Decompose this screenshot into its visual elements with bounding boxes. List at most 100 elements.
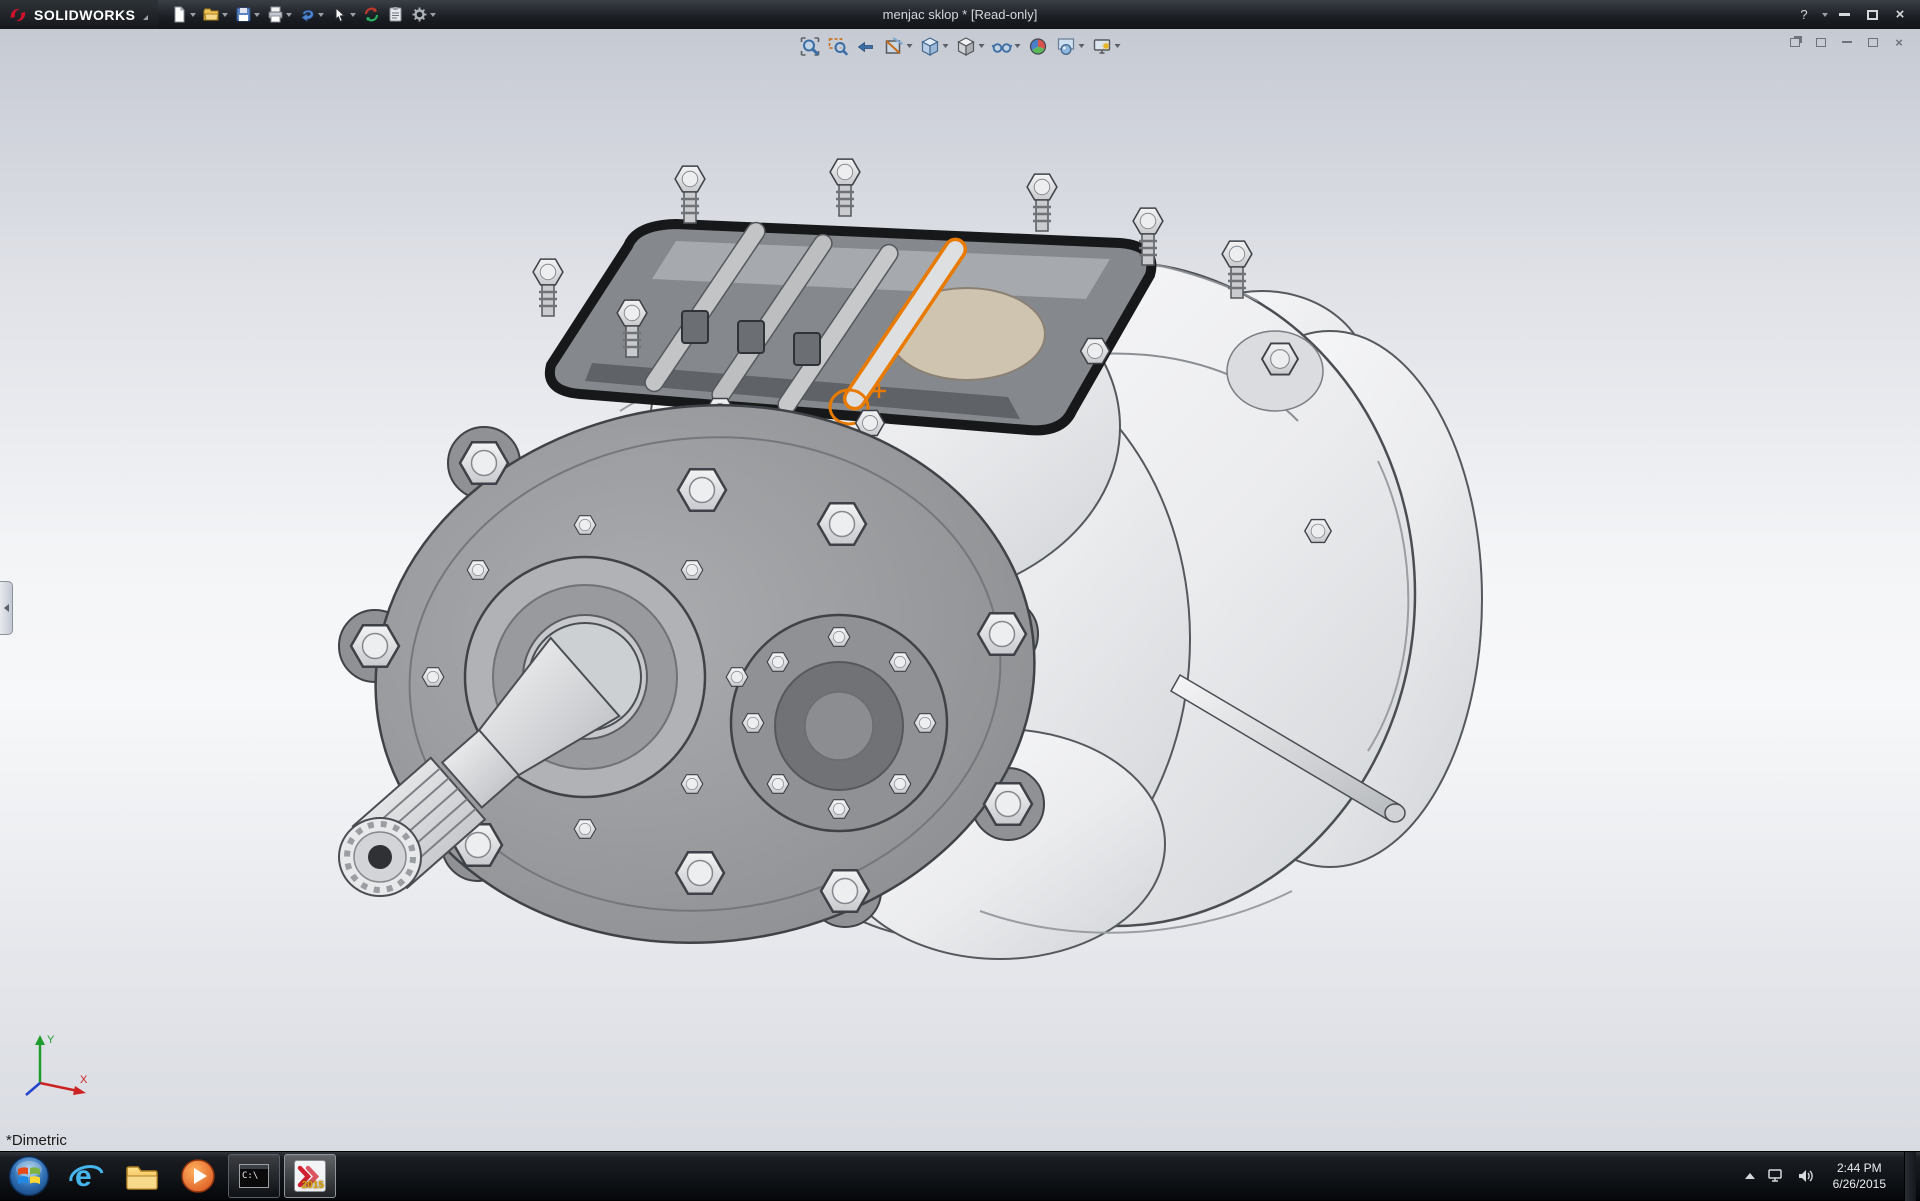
options-dropdown-icon[interactable] bbox=[430, 13, 436, 17]
print-dropdown-icon[interactable] bbox=[286, 13, 292, 17]
tile-windows-button[interactable] bbox=[1812, 34, 1830, 50]
solidworks-year-badge: 2015 bbox=[302, 1180, 324, 1191]
taskbar-solidworks[interactable]: 2015 bbox=[284, 1154, 336, 1198]
taskbar: e C:\ 2015 bbox=[0, 1151, 1920, 1200]
open-button[interactable] bbox=[200, 3, 231, 27]
display-style-dropdown-icon[interactable] bbox=[979, 44, 985, 48]
edit-appearance-sphere-icon bbox=[1028, 36, 1049, 57]
taskbar-internet-explorer[interactable]: e bbox=[60, 1154, 112, 1198]
undo-dropdown-icon[interactable] bbox=[318, 13, 324, 17]
heads-up-view-toolbar bbox=[798, 33, 1123, 59]
solidworks-menu[interactable]: SOLIDWORKS bbox=[0, 0, 158, 29]
open-dropdown-icon[interactable] bbox=[222, 13, 228, 17]
edit-appearance-button[interactable] bbox=[1026, 33, 1051, 59]
hide-show-items-button[interactable] bbox=[990, 33, 1023, 59]
svg-text:e: e bbox=[75, 1160, 92, 1193]
rebuild-button[interactable] bbox=[360, 3, 383, 27]
show-hidden-icons-button[interactable] bbox=[1745, 1173, 1755, 1179]
save-dropdown-icon[interactable] bbox=[254, 13, 260, 17]
restore-document-icon bbox=[1868, 38, 1878, 47]
triad-x-label: X bbox=[80, 1074, 88, 1086]
internet-explorer-icon: e bbox=[67, 1157, 105, 1195]
cascade-windows-button[interactable] bbox=[1786, 34, 1804, 50]
show-desktop-button[interactable] bbox=[1904, 1152, 1916, 1201]
new-button[interactable] bbox=[168, 3, 199, 27]
undo-icon bbox=[299, 6, 316, 23]
maximize-icon bbox=[1867, 10, 1878, 20]
cascade-windows-icon bbox=[1790, 38, 1800, 47]
previous-view-button[interactable] bbox=[854, 33, 879, 59]
title-bar: SOLIDWORKS bbox=[0, 0, 1920, 29]
minimize-button[interactable] bbox=[1832, 5, 1856, 25]
print-icon bbox=[267, 6, 284, 23]
restore-document-button[interactable] bbox=[1864, 34, 1882, 50]
apply-scene-icon bbox=[1056, 36, 1077, 57]
start-button[interactable] bbox=[0, 1152, 58, 1201]
help-button[interactable]: ? bbox=[1792, 5, 1816, 25]
clock-time: 2:44 PM bbox=[1833, 1160, 1886, 1176]
display-style-button[interactable] bbox=[954, 33, 987, 59]
collapse-arrow-icon bbox=[4, 604, 9, 612]
section-view-button[interactable] bbox=[882, 33, 915, 59]
close-document-button[interactable]: × bbox=[1890, 34, 1908, 50]
view-settings-icon bbox=[1092, 36, 1113, 57]
command-prompt-text: C:\ bbox=[242, 1171, 258, 1181]
apply-scene-button[interactable] bbox=[1054, 33, 1087, 59]
rebuild-icon bbox=[363, 6, 380, 23]
apply-scene-dropdown-icon[interactable] bbox=[1079, 44, 1085, 48]
view-orientation-button[interactable] bbox=[918, 33, 951, 59]
graphics-area[interactable]: × Y X *Dimetric bbox=[0, 29, 1920, 1151]
taskbar-windows-explorer[interactable] bbox=[116, 1154, 168, 1198]
triad-y-label: Y bbox=[47, 1034, 55, 1046]
maximize-button[interactable] bbox=[1860, 5, 1884, 25]
hide-show-dropdown-icon[interactable] bbox=[1015, 44, 1021, 48]
document-title: menjac sklop * [Read-only] bbox=[883, 7, 1038, 22]
command-prompt-titlebar bbox=[240, 1165, 268, 1169]
zoom-to-fit-button[interactable] bbox=[798, 33, 823, 59]
undo-button[interactable] bbox=[296, 3, 327, 27]
help-dropdown-icon[interactable] bbox=[1822, 13, 1828, 17]
minimize-document-icon bbox=[1842, 41, 1852, 44]
view-orientation-dropdown-icon[interactable] bbox=[943, 44, 949, 48]
gearbox-model[interactable] bbox=[0, 29, 1920, 1151]
print-button[interactable] bbox=[264, 3, 295, 27]
document-window-controls: × bbox=[1786, 34, 1908, 50]
previous-view-icon bbox=[856, 36, 877, 57]
volume-icon[interactable] bbox=[1797, 1168, 1815, 1184]
media-player-icon bbox=[179, 1157, 217, 1195]
file-properties-icon bbox=[387, 6, 404, 23]
save-button[interactable] bbox=[232, 3, 263, 27]
system-tray: 2:44 PM 6/26/2015 bbox=[1745, 1152, 1920, 1200]
window-controls: ? × bbox=[1792, 5, 1920, 25]
windows-start-icon bbox=[8, 1155, 50, 1197]
view-settings-dropdown-icon[interactable] bbox=[1115, 44, 1121, 48]
minimize-document-button[interactable] bbox=[1838, 34, 1856, 50]
network-icon[interactable] bbox=[1767, 1168, 1785, 1184]
file-properties-button[interactable] bbox=[384, 3, 407, 27]
section-view-icon bbox=[884, 36, 905, 57]
select-cursor-icon bbox=[331, 6, 348, 23]
close-button[interactable]: × bbox=[1888, 5, 1912, 25]
zoom-to-fit-icon bbox=[800, 36, 821, 57]
app-name: SOLIDWORKS bbox=[34, 7, 135, 23]
panel-collapse-tab[interactable] bbox=[0, 581, 13, 635]
taskbar-media-player[interactable] bbox=[172, 1154, 224, 1198]
menu-expand-icon[interactable] bbox=[143, 10, 148, 20]
taskbar-command-prompt[interactable]: C:\ bbox=[228, 1154, 280, 1198]
side-cover[interactable] bbox=[731, 615, 947, 831]
view-settings-button[interactable] bbox=[1090, 33, 1123, 59]
new-dropdown-icon[interactable] bbox=[190, 13, 196, 17]
section-view-dropdown-icon[interactable] bbox=[907, 44, 913, 48]
zoom-to-area-button[interactable] bbox=[826, 33, 851, 59]
select-dropdown-icon[interactable] bbox=[350, 13, 356, 17]
select-button[interactable] bbox=[328, 3, 359, 27]
open-folder-icon bbox=[203, 6, 220, 23]
new-document-icon bbox=[171, 6, 188, 23]
reference-triad: Y X bbox=[16, 1025, 96, 1105]
view-orientation-cube-icon bbox=[920, 36, 941, 57]
close-icon: × bbox=[1896, 6, 1905, 23]
options-button[interactable] bbox=[408, 3, 439, 27]
display-style-cube-icon bbox=[956, 36, 977, 57]
clock-date: 6/26/2015 bbox=[1833, 1176, 1886, 1192]
taskbar-clock[interactable]: 2:44 PM 6/26/2015 bbox=[1827, 1160, 1892, 1192]
